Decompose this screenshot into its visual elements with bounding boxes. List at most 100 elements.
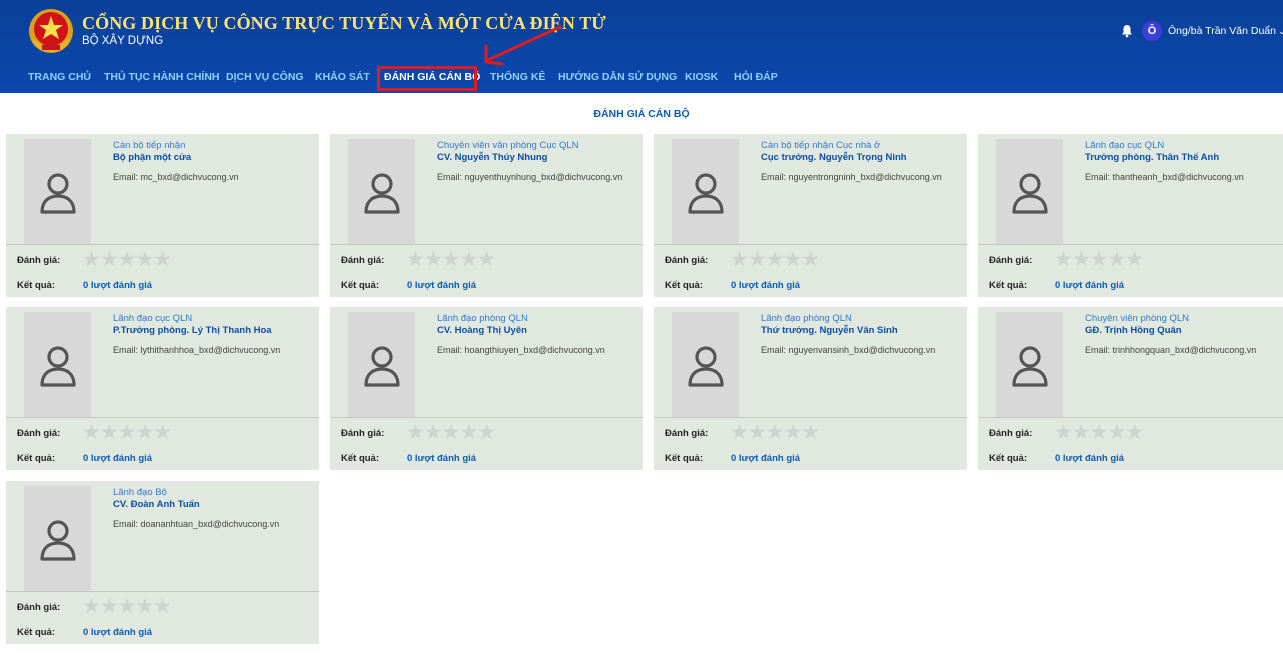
nav-faq[interactable]: HỎI ĐÁP: [734, 71, 778, 83]
star-rating-input[interactable]: ★★★★★: [82, 249, 172, 270]
officer-name: Trưởng phòng. Thân Thế Anh: [1085, 152, 1220, 163]
chevron-down-icon: ⌄: [1278, 26, 1283, 36]
officer-name: Bộ phận một cửa: [113, 152, 192, 163]
officer-info: Lãnh đạo Bộ CV. Đoàn Anh Tuấn Email: doa…: [113, 487, 313, 529]
rating-label: Đánh giá:: [17, 255, 61, 266]
user-placeholder-icon: [39, 345, 76, 387]
officer-card[interactable]: Lãnh đạo phòng QLN CV. Hoàng Thị Uyên Em…: [330, 307, 643, 470]
rating-count-link[interactable]: 0 lượt đánh giá: [731, 280, 800, 291]
officer-photo: [348, 312, 415, 417]
officer-email: Email: hoangthiuyen_bxd@dichvucong.vn: [437, 345, 605, 355]
rating-label: Đánh giá:: [341, 255, 385, 266]
nav-survey[interactable]: KHẢO SÁT: [315, 71, 370, 83]
avatar[interactable]: Ô: [1142, 21, 1162, 41]
officer-card[interactable]: Lãnh đạo Bộ CV. Đoàn Anh Tuấn Email: doa…: [6, 481, 319, 644]
user-placeholder-icon: [363, 172, 400, 214]
user-placeholder-icon: [687, 172, 724, 214]
officer-name: GĐ. Trịnh Hồng Quân: [1085, 325, 1182, 336]
card-divider: [6, 244, 319, 245]
user-placeholder-icon: [39, 172, 76, 214]
officer-info: Lãnh đạo cục QLN P.Trưởng phòng. Lý Thị …: [113, 313, 313, 355]
main-nav: TRANG CHỦ THỦ TỤC HÀNH CHÍNH DỊCH VỤ CÔN…: [0, 64, 1283, 92]
officer-photo: [24, 486, 91, 591]
officer-role: Chuyên viên phòng QLN: [1085, 313, 1190, 324]
rating-label: Đánh giá:: [665, 255, 709, 266]
nav-home[interactable]: TRANG CHỦ: [28, 71, 91, 83]
rating-label: Đánh giá:: [17, 602, 61, 613]
rating-count-link[interactable]: 0 lượt đánh giá: [1055, 280, 1124, 291]
rating-label: Đánh giá:: [989, 255, 1033, 266]
rating-count-link[interactable]: 0 lượt đánh giá: [83, 280, 152, 291]
star-rating-input[interactable]: ★★★★★: [1054, 249, 1144, 270]
officer-card[interactable]: Lãnh đạo cục QLN Trưởng phòng. Thân Thế …: [978, 134, 1283, 297]
user-menu[interactable]: Ông/bà Trần Văn Duẩn ⌄: [1168, 25, 1283, 37]
rating-label: Đánh giá:: [17, 428, 61, 439]
rating-count-link[interactable]: 0 lượt đánh giá: [83, 627, 152, 638]
result-label: Kết quả:: [17, 280, 55, 291]
card-divider: [978, 417, 1283, 418]
rating-label: Đánh giá:: [989, 428, 1033, 439]
officer-card[interactable]: Chuyên viên phòng QLN GĐ. Trịnh Hồng Quâ…: [978, 307, 1283, 470]
officer-info: Lãnh đạo phòng QLN CV. Hoàng Thị Uyên Em…: [437, 313, 637, 355]
officer-email: Email: doananhtuan_bxd@dichvucong.vn: [113, 519, 280, 529]
officer-card[interactable]: Cán bộ tiếp nhận Cục nhà ở Cục trưởng. N…: [654, 134, 967, 297]
result-label: Kết quả:: [665, 453, 703, 464]
officer-name: CV. Đoàn Anh Tuấn: [113, 499, 200, 510]
officer-photo: [672, 312, 739, 417]
star-rating-input[interactable]: ★★★★★: [730, 422, 820, 443]
officer-photo: [672, 139, 739, 244]
officer-role: Chuyên viên văn phòng Cục QLN: [437, 140, 579, 151]
rating-count-link[interactable]: 0 lượt đánh giá: [83, 453, 152, 464]
result-label: Kết quả:: [665, 280, 703, 291]
star-rating-input[interactable]: ★★★★★: [82, 596, 172, 617]
officer-role: Lãnh đạo phòng QLN: [437, 313, 528, 324]
officer-info: Chuyên viên văn phòng Cục QLN CV. Nguyễn…: [437, 140, 637, 182]
rating-count-link[interactable]: 0 lượt đánh giá: [407, 280, 476, 291]
star-rating-input[interactable]: ★★★★★: [406, 422, 496, 443]
officer-card[interactable]: Chuyên viên văn phòng Cục QLN CV. Nguyễn…: [330, 134, 643, 297]
rating-count-link[interactable]: 0 lượt đánh giá: [731, 453, 800, 464]
officer-info: Lãnh đạo phòng QLN Thứ trưởng. Nguyễn Vă…: [761, 313, 961, 355]
officer-email: Email: nguyenthuynhung_bxd@dichvucong.vn: [437, 172, 623, 182]
national-emblem-icon[interactable]: [26, 7, 76, 55]
nav-statistics[interactable]: THỐNG KÊ: [490, 71, 545, 83]
officer-card[interactable]: Lãnh đạo phòng QLN Thứ trưởng. Nguyễn Vă…: [654, 307, 967, 470]
rating-count-link[interactable]: 0 lượt đánh giá: [1055, 453, 1124, 464]
card-divider: [6, 417, 319, 418]
card-divider: [330, 244, 643, 245]
result-label: Kết quả:: [989, 453, 1027, 464]
rating-count-link[interactable]: 0 lượt đánh giá: [407, 453, 476, 464]
nav-procedures[interactable]: THỦ TỤC HÀNH CHÍNH: [104, 71, 220, 83]
officer-role: Cán bộ tiếp nhận: [113, 140, 186, 151]
user-placeholder-icon: [1011, 345, 1048, 387]
officer-role: Lãnh đạo cục QLN: [113, 313, 193, 324]
star-rating-input[interactable]: ★★★★★: [730, 249, 820, 270]
result-label: Kết quả:: [341, 453, 379, 464]
result-label: Kết quả:: [341, 280, 379, 291]
nav-user-guide[interactable]: HƯỚNG DẪN SỬ DỤNG: [558, 71, 677, 83]
officer-info: Cán bộ tiếp nhận Cục nhà ở Cục trưởng. N…: [761, 140, 961, 182]
officer-info: Lãnh đạo cục QLN Trưởng phòng. Thân Thế …: [1085, 140, 1283, 182]
user-name: Ông/bà Trần Văn Duẩn: [1168, 25, 1276, 37]
nav-kiosk[interactable]: KIOSK: [685, 71, 718, 83]
star-rating-input[interactable]: ★★★★★: [406, 249, 496, 270]
card-divider: [330, 417, 643, 418]
officer-name: CV. Hoàng Thị Uyên: [437, 325, 527, 336]
officer-name: Cục trưởng. Nguyễn Trọng Ninh: [761, 152, 907, 163]
star-rating-input[interactable]: ★★★★★: [82, 422, 172, 443]
nav-public-services[interactable]: DỊCH VỤ CÔNG: [226, 71, 304, 83]
user-placeholder-icon: [363, 345, 400, 387]
officer-card[interactable]: Cán bộ tiếp nhận Bộ phận một cửa Email: …: [6, 134, 319, 297]
bell-icon[interactable]: [1120, 24, 1134, 38]
highlight-box: [377, 66, 477, 91]
user-placeholder-icon: [687, 345, 724, 387]
result-label: Kết quả:: [17, 453, 55, 464]
officer-photo: [24, 312, 91, 417]
officer-email: Email: lythithanhhoa_bxd@dichvucong.vn: [113, 345, 281, 355]
officer-info: Chuyên viên phòng QLN GĐ. Trịnh Hồng Quâ…: [1085, 313, 1283, 355]
site-header: CỔNG DỊCH VỤ CÔNG TRỰC TUYẾN VÀ MỘT CỬA …: [0, 0, 1283, 93]
officer-card[interactable]: Lãnh đạo cục QLN P.Trưởng phòng. Lý Thị …: [6, 307, 319, 470]
officer-email: Email: thantheanh_bxd@dichvucong.vn: [1085, 172, 1244, 182]
star-rating-input[interactable]: ★★★★★: [1054, 422, 1144, 443]
page-title: ĐÁNH GIÁ CÁN BỘ: [593, 108, 690, 120]
